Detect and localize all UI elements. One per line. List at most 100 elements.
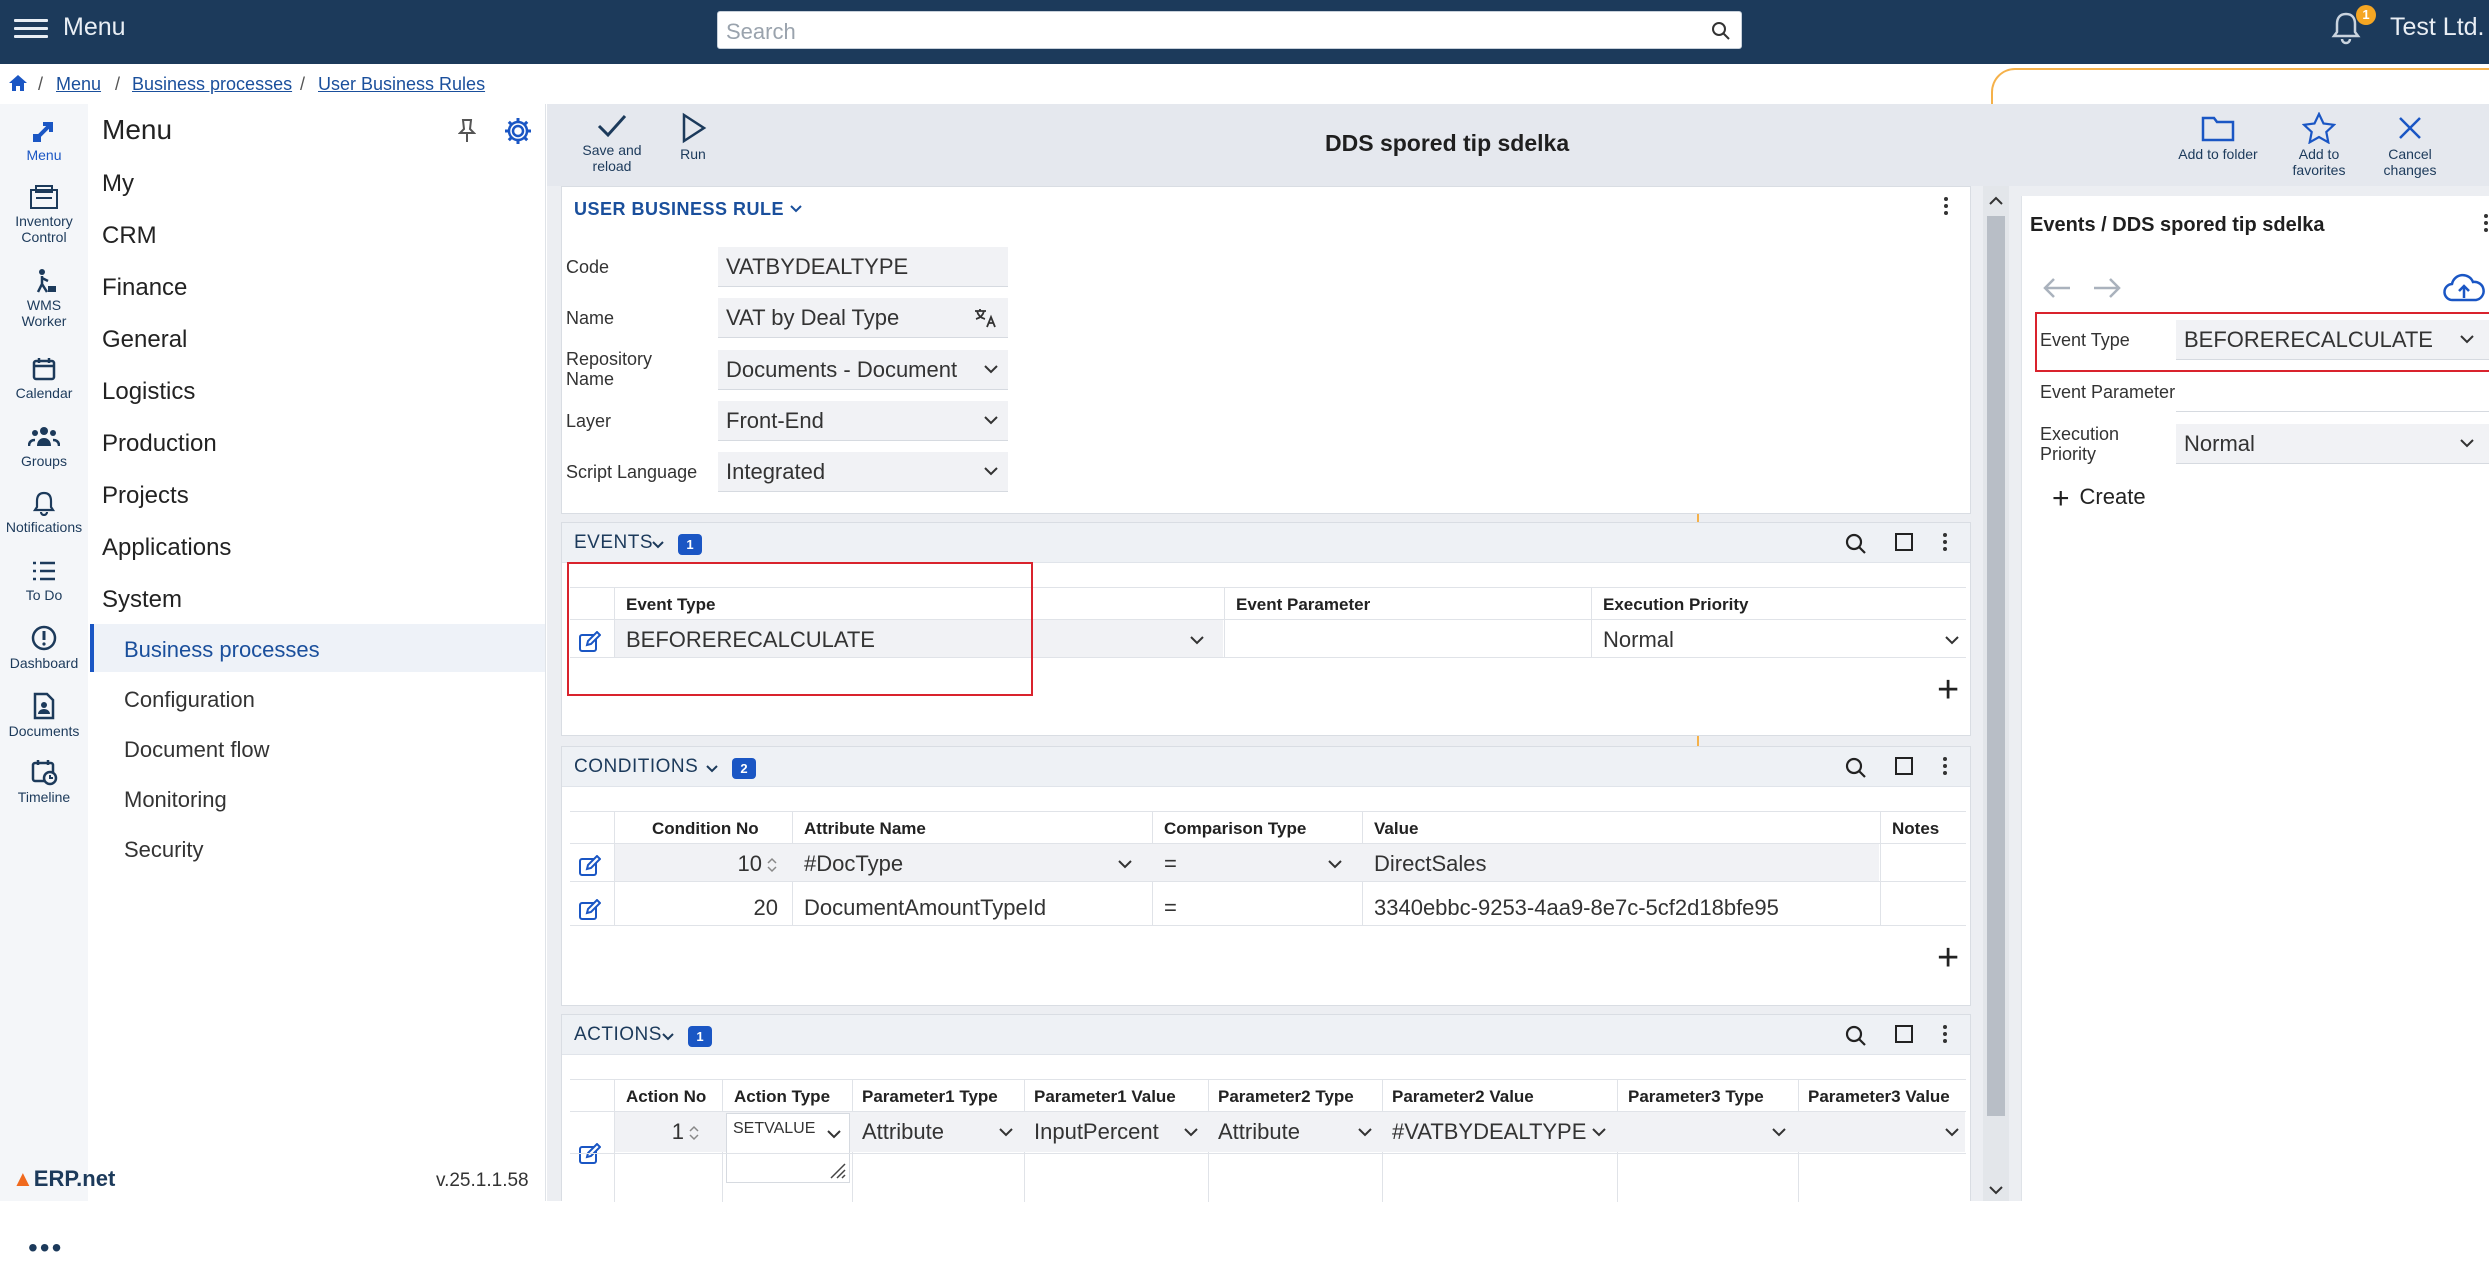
nav-configuration[interactable]: Configuration	[124, 687, 255, 713]
main-scrollbar[interactable]	[1983, 186, 2009, 1201]
rail-menu[interactable]: Menu	[0, 118, 88, 163]
nav-security[interactable]: Security	[124, 837, 203, 863]
rail-documents[interactable]: Documents	[0, 692, 88, 739]
chevron-down-icon[interactable]	[1358, 1128, 1372, 1137]
hamburger-icon[interactable]	[14, 14, 48, 44]
add-row-button[interactable]: +	[1937, 671, 1959, 709]
col-condition-no[interactable]: Condition No	[652, 819, 759, 839]
more-icon[interactable]: •••	[28, 1232, 63, 1264]
layer-select[interactable]: Front-End	[718, 401, 1008, 441]
nav-production[interactable]: Production	[102, 430, 217, 458]
actions-title[interactable]: ACTIONS	[574, 1024, 662, 1046]
scroll-down-icon[interactable]	[1989, 1186, 2003, 1195]
run-button[interactable]: Run	[671, 112, 715, 162]
col-comparison-type[interactable]: Comparison Type	[1164, 819, 1306, 839]
arrow-left-icon[interactable]	[2042, 276, 2072, 300]
maximize-icon[interactable]	[1895, 1025, 1913, 1043]
create-button[interactable]: + Create	[2052, 482, 2146, 516]
chevron-down-icon[interactable]	[652, 541, 664, 549]
search-icon[interactable]	[1845, 533, 1867, 555]
chevron-down-icon[interactable]	[1118, 860, 1132, 869]
comparison-type-value[interactable]: =	[1164, 851, 1177, 877]
comparison-type-value[interactable]: =	[1164, 895, 1177, 921]
search-icon[interactable]	[1845, 757, 1867, 779]
col-event-parameter[interactable]: Event Parameter	[1236, 595, 1370, 615]
nav-business-processes[interactable]: Business processes	[124, 637, 320, 663]
nav-general[interactable]: General	[102, 326, 187, 354]
col-parameter3-type[interactable]: Parameter3 Type	[1628, 1087, 1764, 1107]
search-icon[interactable]	[1845, 1025, 1867, 1047]
kebab-menu-icon[interactable]	[1942, 533, 1948, 553]
chevron-down-icon[interactable]	[1328, 860, 1342, 869]
add-to-folder-button[interactable]: Add to folder	[2173, 112, 2263, 162]
chevron-down-icon[interactable]	[1945, 636, 1959, 645]
col-notes[interactable]: Notes	[1892, 819, 1939, 839]
script-language-select[interactable]: Integrated	[718, 452, 1008, 492]
nav-document-flow[interactable]: Document flow	[124, 737, 270, 763]
name-field[interactable]: VAT by Deal Type	[718, 298, 1008, 338]
edit-icon[interactable]	[579, 899, 601, 921]
value-cell[interactable]: 3340ebbc-9253-4aa9-8e7c-5cf2d18bfe95	[1374, 895, 1779, 921]
rail-todo[interactable]: To Do	[0, 558, 88, 603]
parameter1-value[interactable]: InputPercent	[1034, 1119, 1159, 1145]
cloud-upload-icon[interactable]	[2442, 272, 2486, 304]
kebab-menu-icon[interactable]	[2483, 214, 2489, 234]
breadcrumb-business-processes[interactable]: Business processes	[132, 74, 292, 94]
kebab-menu-icon[interactable]	[1942, 757, 1948, 777]
parameter1-type-value[interactable]: Attribute	[862, 1119, 944, 1145]
chevron-down-icon[interactable]	[662, 1033, 674, 1041]
edit-icon[interactable]	[579, 1143, 601, 1165]
col-attribute-name[interactable]: Attribute Name	[804, 819, 926, 839]
search-icon[interactable]	[1711, 21, 1731, 41]
pin-icon[interactable]	[458, 118, 476, 144]
chevron-down-icon[interactable]	[1945, 1128, 1959, 1137]
stepper-icon[interactable]	[766, 855, 778, 875]
rail-timeline[interactable]: Timeline	[0, 758, 88, 805]
home-icon[interactable]	[8, 74, 28, 92]
gear-icon[interactable]	[503, 116, 533, 146]
rail-notifications[interactable]: Notifications	[0, 490, 88, 535]
rail-dashboard[interactable]: Dashboard	[0, 624, 88, 671]
rail-calendar[interactable]: Calendar	[0, 356, 88, 401]
translate-icon[interactable]	[974, 308, 998, 328]
attribute-name-value[interactable]: DocumentAmountTypeId	[804, 895, 1046, 921]
col-action-no[interactable]: Action No	[626, 1087, 706, 1107]
kebab-menu-icon[interactable]	[1943, 197, 1949, 217]
chevron-down-icon[interactable]	[1184, 1128, 1198, 1137]
add-to-favorites-button[interactable]: Add to favorites	[2287, 112, 2351, 178]
maximize-icon[interactable]	[1895, 533, 1913, 551]
breadcrumb-user-business-rules[interactable]: User Business Rules	[318, 74, 485, 94]
attribute-name-value[interactable]: #DocType	[804, 851, 903, 877]
rule-header[interactable]: USER BUSINESS RULE	[574, 199, 784, 220]
nav-applications[interactable]: Applications	[102, 534, 231, 562]
value-cell[interactable]: DirectSales	[1374, 851, 1486, 877]
action-type-textarea[interactable]: SETVALUE	[726, 1113, 850, 1183]
chevron-down-icon[interactable]	[999, 1128, 1013, 1137]
repository-select[interactable]: Documents - Document	[718, 350, 1008, 390]
nav-crm[interactable]: CRM	[102, 222, 157, 250]
search-input[interactable]: Search	[717, 11, 1742, 49]
condition-no-value[interactable]: 20	[732, 895, 778, 921]
chevron-down-icon[interactable]	[706, 765, 718, 773]
parameter2-value[interactable]: #VATBYDEALTYPE	[1392, 1119, 1586, 1145]
arrow-right-icon[interactable]	[2092, 276, 2122, 300]
add-row-button[interactable]: +	[1937, 939, 1959, 977]
execution-priority-select[interactable]: Normal	[2176, 424, 2489, 464]
nav-monitoring[interactable]: Monitoring	[124, 787, 227, 813]
condition-no-value[interactable]: 10	[732, 851, 762, 877]
nav-finance[interactable]: Finance	[102, 274, 187, 302]
scrollbar-thumb[interactable]	[1987, 216, 2005, 1116]
col-parameter2-value[interactable]: Parameter2 Value	[1392, 1087, 1534, 1107]
breadcrumb-menu[interactable]: Menu	[56, 74, 101, 94]
stepper-icon[interactable]	[688, 1123, 700, 1143]
event-parameter-field[interactable]	[2176, 372, 2489, 412]
parameter2-type-value[interactable]: Attribute	[1218, 1119, 1300, 1145]
maximize-icon[interactable]	[1895, 757, 1913, 775]
col-parameter2-type[interactable]: Parameter2 Type	[1218, 1087, 1354, 1107]
cancel-changes-button[interactable]: Cancel changes	[2377, 112, 2443, 178]
execution-priority-value[interactable]: Normal	[1603, 627, 1674, 653]
col-parameter1-value[interactable]: Parameter1 Value	[1034, 1087, 1176, 1107]
nav-logistics[interactable]: Logistics	[102, 378, 195, 406]
scroll-up-icon[interactable]	[1989, 196, 2003, 205]
rail-wms-worker[interactable]: WMS Worker	[0, 268, 88, 329]
